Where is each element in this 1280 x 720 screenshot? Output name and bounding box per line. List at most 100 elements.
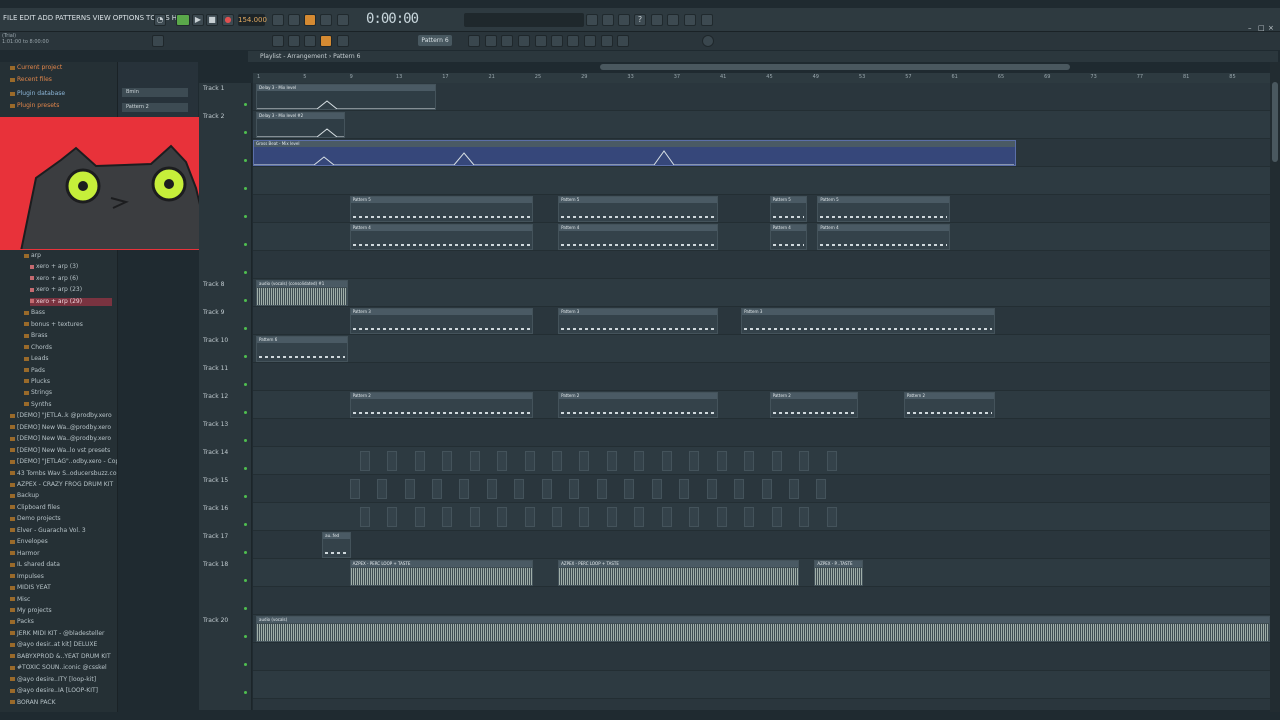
playlist-grid[interactable]: Delay 3 - Mix level Delay 3 - Mix level #… <box>253 83 1270 710</box>
drum-hit-clip[interactable] <box>524 451 535 471</box>
menu-item-options[interactable]: OPTIONS <box>112 14 145 22</box>
drum-hit-clip[interactable] <box>497 507 508 527</box>
drum-hit-clip[interactable] <box>514 479 525 499</box>
browser-item[interactable]: Impulses <box>10 573 44 581</box>
browser-item[interactable]: xero + arp (29) <box>30 297 112 306</box>
drum-hit-clip[interactable] <box>826 507 837 527</box>
menu-item-file[interactable]: FILE <box>2 14 18 22</box>
drum-hit-clip[interactable] <box>541 479 552 499</box>
track-label[interactable]: Track 14 <box>203 449 228 456</box>
browser-item[interactable]: Recent files <box>10 76 52 84</box>
help-icon[interactable]: ? <box>634 14 646 26</box>
menu-item-patterns[interactable]: PATTERNS <box>54 14 91 22</box>
playlist-clip[interactable]: Pattern 4 <box>349 224 533 250</box>
track-label[interactable]: Track 17 <box>203 533 228 540</box>
track-enable-led[interactable] <box>244 495 247 498</box>
drum-hit-clip[interactable] <box>414 507 425 527</box>
track-enable-led[interactable] <box>244 159 247 162</box>
paint-icon[interactable] <box>320 35 332 47</box>
track-enable-led[interactable] <box>244 523 247 526</box>
minimize-icon[interactable]: – <box>1248 24 1256 32</box>
drum-hit-clip[interactable] <box>706 479 717 499</box>
piano-roll-icon[interactable] <box>272 35 284 47</box>
track-enable-led[interactable] <box>244 579 247 582</box>
browser-item[interactable]: #TOXIC SOUN..iconic @csskel <box>10 664 107 672</box>
drum-hit-clip[interactable] <box>569 479 580 499</box>
playlist-clip[interactable]: Pattern 5 <box>349 196 533 222</box>
track-lane[interactable] <box>253 531 1270 559</box>
playlist-clip[interactable]: Delay 3 - Mix level #2 <box>256 112 345 138</box>
track-label[interactable]: Track 12 <box>203 393 228 400</box>
drum-hit-clip[interactable] <box>679 479 690 499</box>
browser-item[interactable]: Pads <box>24 367 45 375</box>
track-enable-led[interactable] <box>244 271 247 274</box>
track-enable-led[interactable] <box>244 327 247 330</box>
close-icon[interactable]: × <box>1268 24 1276 32</box>
record-button[interactable]: ● <box>222 14 234 26</box>
browser-item[interactable]: Demo projects <box>10 515 61 523</box>
track-enable-led[interactable] <box>244 103 247 106</box>
browser-item[interactable]: [DEMO] "JETLA..k @prodby.xero <box>10 412 112 420</box>
track-enable-led[interactable] <box>244 355 247 358</box>
playlist-clip[interactable]: Pattern 4 <box>817 224 950 250</box>
drum-hit-clip[interactable] <box>788 479 799 499</box>
browser-item[interactable]: Misc <box>10 596 30 604</box>
drum-hit-clip[interactable] <box>387 451 398 471</box>
drum-hit-clip[interactable] <box>596 479 607 499</box>
blend-notes-icon[interactable] <box>304 14 316 26</box>
drum-hit-clip[interactable] <box>624 479 635 499</box>
playlist-clip[interactable]: AZPEX - PERC LOOP + TASTE <box>558 560 800 586</box>
playlist-clip[interactable]: AZPEX - PERC LOOP + TASTE <box>349 560 533 586</box>
countdown-icon[interactable] <box>337 14 349 26</box>
drum-hit-clip[interactable] <box>524 507 535 527</box>
drum-hit-clip[interactable] <box>442 507 453 527</box>
browser-item[interactable]: AZPEX - CRAZY FROG DRUM KIT <box>10 481 113 489</box>
track-enable-led[interactable] <box>244 383 247 386</box>
channel-item[interactable]: Bmin <box>122 88 188 97</box>
project-info-icon[interactable] <box>601 35 613 47</box>
track-label[interactable]: Track 2 <box>203 113 224 120</box>
playlist-clip[interactable]: Pattern 5 <box>769 196 808 222</box>
drum-hit-clip[interactable] <box>387 507 398 527</box>
playlist-clip[interactable]: Pattern 4 <box>769 224 808 250</box>
scroll-thumb[interactable] <box>1272 82 1278 162</box>
typing-keyboard-icon[interactable] <box>272 14 284 26</box>
browser-item[interactable]: BORAN PACK <box>10 699 56 707</box>
playlist-clip[interactable]: Pattern 5 <box>817 196 950 222</box>
playlist-clip[interactable]: audio (vocals) (consolidated) #1 <box>256 280 348 306</box>
drum-hit-clip[interactable] <box>469 507 480 527</box>
browser-item[interactable]: [DEMO] New Wa..@prodby.xero <box>10 435 111 443</box>
track-lane[interactable] <box>253 587 1270 615</box>
playlist-clip[interactable]: Gross Beat - Mix level <box>253 140 1016 166</box>
browser-item[interactable]: xero + arp (23) <box>30 286 82 294</box>
playlist-clip[interactable]: Pattern 4 <box>558 224 718 250</box>
browser-item[interactable]: [DEMO] New Wa..lo vst presets <box>10 447 110 455</box>
browser-item[interactable]: 43 Tombs Wav S..oducersbuzz.com <box>10 470 117 478</box>
drum-hit-clip[interactable] <box>431 479 442 499</box>
save-icon[interactable] <box>651 14 663 26</box>
drum-hit-clip[interactable] <box>606 451 617 471</box>
drum-hit-clip[interactable] <box>826 451 837 471</box>
drum-hit-clip[interactable] <box>744 451 755 471</box>
track-lane[interactable] <box>253 643 1270 671</box>
drum-hit-clip[interactable] <box>404 479 415 499</box>
track-enable-led[interactable] <box>244 551 247 554</box>
horizontal-scrollbar[interactable] <box>600 64 1070 70</box>
menu-item-edit[interactable]: EDIT <box>18 14 36 22</box>
track-label[interactable]: Track 11 <box>203 365 228 372</box>
browser-item[interactable]: Leads <box>24 355 49 363</box>
browser-item[interactable]: @ayo desire..ITY [loop-kit] <box>10 676 96 684</box>
browser-item[interactable]: Plugin database <box>10 90 65 98</box>
step-edit-icon[interactable] <box>288 14 300 26</box>
drum-hit-clip[interactable] <box>634 451 645 471</box>
channel-rack-icon[interactable] <box>468 35 480 47</box>
browser-item[interactable]: @ayo desir..at kit] DELUXE <box>10 641 97 649</box>
drum-hit-clip[interactable] <box>486 479 497 499</box>
browser-item[interactable]: Chords <box>24 344 52 352</box>
track-enable-led[interactable] <box>244 691 247 694</box>
track-lane[interactable] <box>253 111 1270 139</box>
track-enable-led[interactable] <box>244 439 247 442</box>
metronome-icon[interactable]: ◔ <box>154 14 166 26</box>
track-enable-led[interactable] <box>244 411 247 414</box>
track-label[interactable]: Track 18 <box>203 561 228 568</box>
